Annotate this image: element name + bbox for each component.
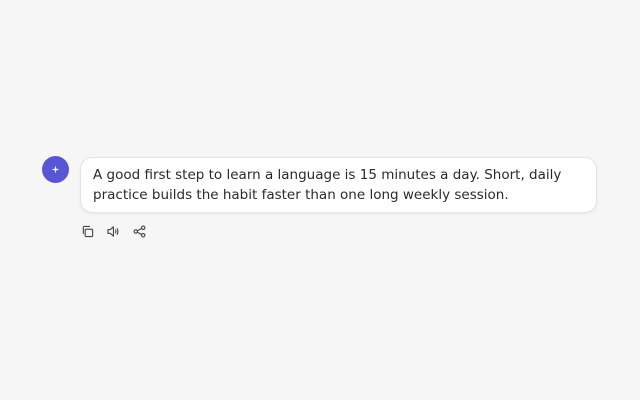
copy-icon (82, 225, 93, 237)
message-bubble: A good first step to learn a language is… (80, 157, 597, 213)
read-aloud-button[interactable] (106, 224, 120, 238)
share-icon (133, 225, 145, 237)
message-actions (80, 224, 146, 238)
copy-button[interactable] (80, 224, 94, 238)
share-button[interactable] (132, 224, 146, 238)
sparkle-icon (51, 165, 60, 174)
message-text: A good first step to learn a language is… (93, 167, 562, 203)
assistant-avatar (42, 156, 69, 183)
speaker-icon (107, 225, 119, 237)
